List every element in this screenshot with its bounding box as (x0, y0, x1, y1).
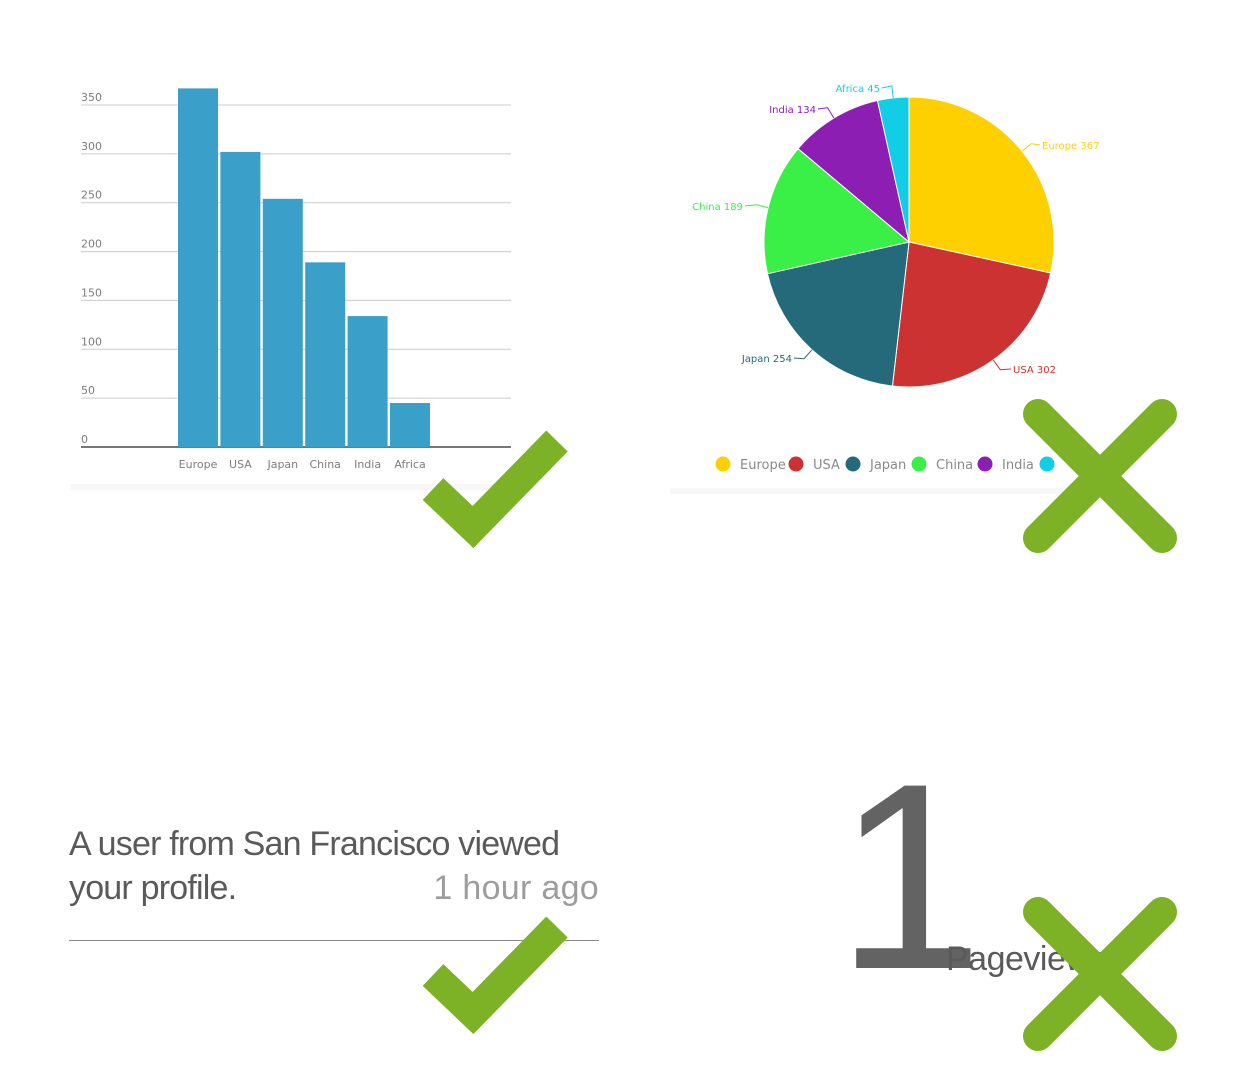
x-tick-label: India (354, 458, 381, 471)
pie-chart-shadow (670, 488, 1070, 494)
pie-data-label: Africa 45 (836, 84, 880, 95)
legend-entry-usa: USA (813, 458, 840, 473)
pie-label-leader (793, 349, 813, 360)
pie-label-leader (881, 85, 894, 98)
bar-china (305, 262, 346, 447)
legend-entry-japan: Japan (869, 458, 906, 473)
bar-india (347, 316, 388, 447)
pie-data-label: China 189 (692, 202, 743, 213)
pie-data-label: India 134 (769, 105, 816, 116)
y-tick-label: 100 (81, 335, 102, 348)
y-tick-label: 0 (81, 433, 88, 446)
legend-entry-europe: Europe (740, 458, 786, 473)
legend-swatch (911, 456, 927, 472)
check-icon (422, 430, 568, 549)
legend-swatch (977, 456, 993, 472)
x-tick-label: Europe (179, 458, 218, 471)
legend-swatch (788, 456, 804, 472)
x-tick-label: Japan (266, 458, 298, 471)
pie-label-leader (992, 359, 1012, 371)
y-tick-label: 300 (81, 140, 102, 153)
pie-label-leader (744, 204, 769, 209)
pie-label-leader (817, 107, 835, 119)
bar-japan (262, 198, 303, 447)
bar-europe (178, 88, 218, 447)
activity-feed-item: A user from San Francisco viewed your pr… (69, 822, 599, 910)
legend-swatch (715, 456, 731, 472)
y-tick-label: 350 (81, 91, 102, 104)
feed-message: A user from San Francisco viewed your pr… (69, 822, 599, 910)
pie-data-label: Europe 367 (1042, 141, 1099, 152)
close-icon (1023, 897, 1177, 1051)
feed-timestamp: 1 hour ago (433, 869, 599, 907)
y-tick-label: 250 (81, 189, 102, 202)
check-icon (422, 916, 568, 1035)
y-tick-label: 50 (81, 384, 95, 397)
x-tick-label: USA (229, 458, 252, 471)
legend-entry-china: China (936, 458, 973, 473)
pie-data-label: USA 302 (1013, 365, 1056, 376)
y-tick-label: 200 (81, 238, 102, 251)
bar-usa (220, 151, 261, 447)
close-icon (1023, 399, 1177, 553)
pie-data-label: Japan 254 (741, 354, 792, 365)
legend-swatch (845, 456, 861, 472)
x-tick-label: China (309, 458, 340, 471)
y-tick-label: 150 (81, 286, 102, 299)
pie-label-leader (1021, 143, 1041, 152)
